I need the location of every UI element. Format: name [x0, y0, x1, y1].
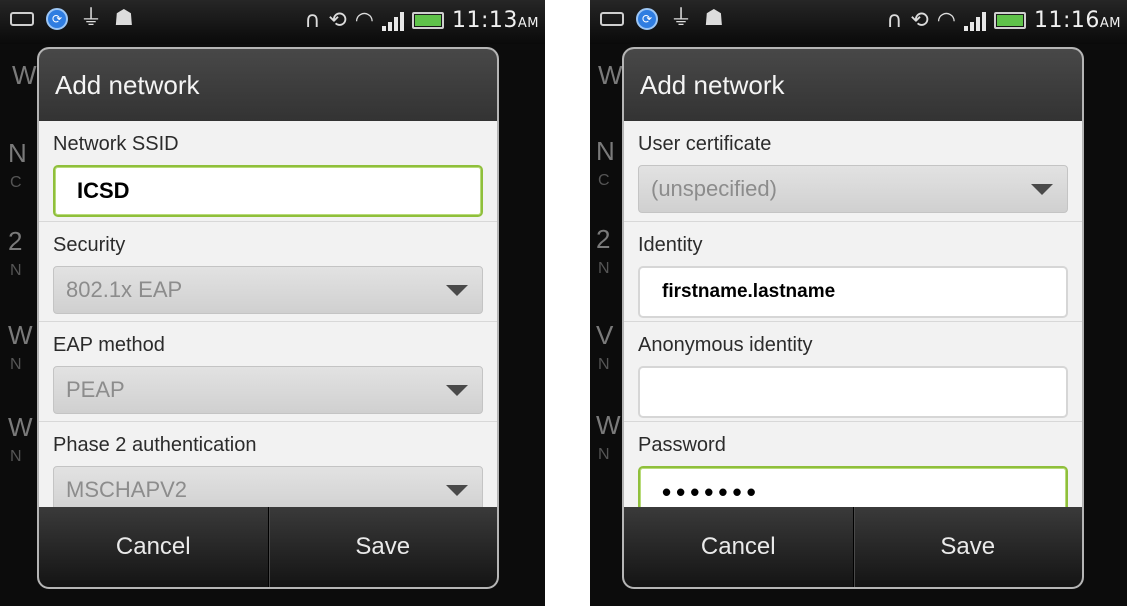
background-list-letter: N [598, 446, 610, 463]
background-list-letter: W [8, 412, 33, 442]
security-label: Security [53, 234, 126, 256]
signal-icon [381, 11, 404, 31]
dialog-body[interactable]: Network SSID ICSD Security 802.1x EAP EA… [39, 121, 497, 507]
phase2-section: Phase 2 authentication MSCHAPV2 [39, 421, 497, 507]
background-list-letter: N [598, 356, 610, 373]
status-bar: ⟳ ⏚ ☗ ∩ ⟲ ◠ 11:13AM [0, 0, 545, 44]
dialog-button-bar: Cancel Save [39, 507, 497, 587]
background-list-letter: N [10, 448, 22, 465]
background-list-letter: W [596, 410, 621, 440]
security-section: Security 802.1x EAP [39, 221, 497, 321]
headset-icon: ∩ [304, 7, 321, 33]
headset-icon: ∩ [886, 7, 903, 33]
eap-method-label: EAP method [53, 334, 165, 356]
cancel-button[interactable]: Cancel [624, 507, 853, 587]
password-input[interactable]: ••••••• [638, 466, 1068, 507]
anonymous-identity-label: Anonymous identity [638, 334, 813, 356]
phone-screen-left: ⟳ ⏚ ☗ ∩ ⟲ ◠ 11:13AM W N C 2 N W N W N Ad… [0, 0, 545, 606]
security-value: 802.1x EAP [66, 277, 183, 302]
dialog-title: Add network [624, 49, 1082, 121]
battery-icon [411, 12, 444, 29]
user-certificate-dropdown[interactable]: (unspecified) [638, 165, 1068, 213]
cancel-button[interactable]: Cancel [39, 507, 268, 587]
sync-icon: ⟳ [46, 8, 68, 30]
background-list-letter: 2 [596, 224, 611, 254]
dropdown-caret-icon [446, 284, 468, 296]
identity-label: Identity [638, 234, 703, 256]
dialog-body[interactable]: User certificate (unspecified) Identity … [624, 121, 1082, 507]
anonymous-identity-input[interactable] [638, 366, 1068, 418]
password-section: Password ••••••• [624, 421, 1082, 507]
background-list-letter: N [10, 262, 22, 279]
add-network-dialog: Add network User certificate (unspecifie… [622, 47, 1084, 589]
background-list-letter: N [10, 356, 22, 373]
usb-icon: ⏚ [80, 6, 103, 31]
identity-section: Identity firstname.lastname [624, 221, 1082, 321]
save-button[interactable]: Save [852, 507, 1083, 587]
rotation-icon: ⟲ [910, 7, 929, 33]
dropdown-caret-icon [446, 484, 468, 496]
eap-method-section: EAP method PEAP [39, 321, 497, 421]
phase2-label: Phase 2 authentication [53, 434, 257, 456]
wifi-icon: ◠ [936, 7, 956, 33]
phone-screen-right: ⟳ ⏚ ☗ ∩ ⟲ ◠ 11:16AM W N C 2 N V N W N Ad… [590, 0, 1127, 606]
rotation-icon: ⟲ [328, 7, 347, 33]
background-list-letter: N [8, 138, 27, 168]
debug-icon: ☗ [114, 6, 134, 31]
password-label: Password [638, 434, 726, 456]
security-dropdown[interactable]: 802.1x EAP [53, 266, 483, 314]
keyboard-icon [600, 12, 624, 26]
sync-icon: ⟳ [636, 8, 658, 30]
user-certificate-value: (unspecified) [651, 176, 777, 201]
background-list-letter: 2 [8, 226, 23, 256]
save-button[interactable]: Save [267, 507, 498, 587]
eap-method-dropdown[interactable]: PEAP [53, 366, 483, 414]
add-network-dialog: Add network Network SSID ICSD Security 8… [37, 47, 499, 589]
dialog-title: Add network [39, 49, 497, 121]
status-bar: ⟳ ⏚ ☗ ∩ ⟲ ◠ 11:16AM [590, 0, 1127, 44]
phase2-value: MSCHAPV2 [66, 477, 188, 502]
ssid-input[interactable]: ICSD [53, 165, 483, 217]
background-list-letter: W [598, 60, 623, 90]
debug-icon: ☗ [704, 6, 724, 31]
dialog-button-bar: Cancel Save [624, 507, 1082, 587]
ssid-section: Network SSID ICSD [39, 121, 497, 221]
wifi-icon: ◠ [354, 7, 374, 33]
eap-method-value: PEAP [66, 377, 125, 402]
background-list-letter: W [12, 60, 37, 90]
status-clock: 11:16AM [1033, 8, 1121, 33]
phase2-dropdown[interactable]: MSCHAPV2 [53, 466, 483, 507]
background-list-letter: C [598, 172, 610, 189]
user-certificate-section: User certificate (unspecified) [624, 121, 1082, 221]
dropdown-caret-icon [446, 384, 468, 396]
background-list-letter: C [10, 174, 22, 191]
usb-icon: ⏚ [670, 6, 693, 31]
anonymous-identity-section: Anonymous identity [624, 321, 1082, 421]
ssid-label: Network SSID [53, 133, 179, 155]
user-certificate-label: User certificate [638, 133, 772, 155]
status-clock: 11:13AM [451, 8, 539, 33]
background-list-letter: V [596, 320, 614, 350]
signal-icon [963, 11, 986, 31]
background-list-letter: N [598, 260, 610, 277]
dropdown-caret-icon [1031, 183, 1053, 195]
background-list-letter: N [596, 136, 615, 166]
keyboard-icon [10, 12, 34, 26]
battery-icon [993, 12, 1026, 29]
background-list-letter: W [8, 320, 33, 350]
identity-input[interactable]: firstname.lastname [638, 266, 1068, 318]
